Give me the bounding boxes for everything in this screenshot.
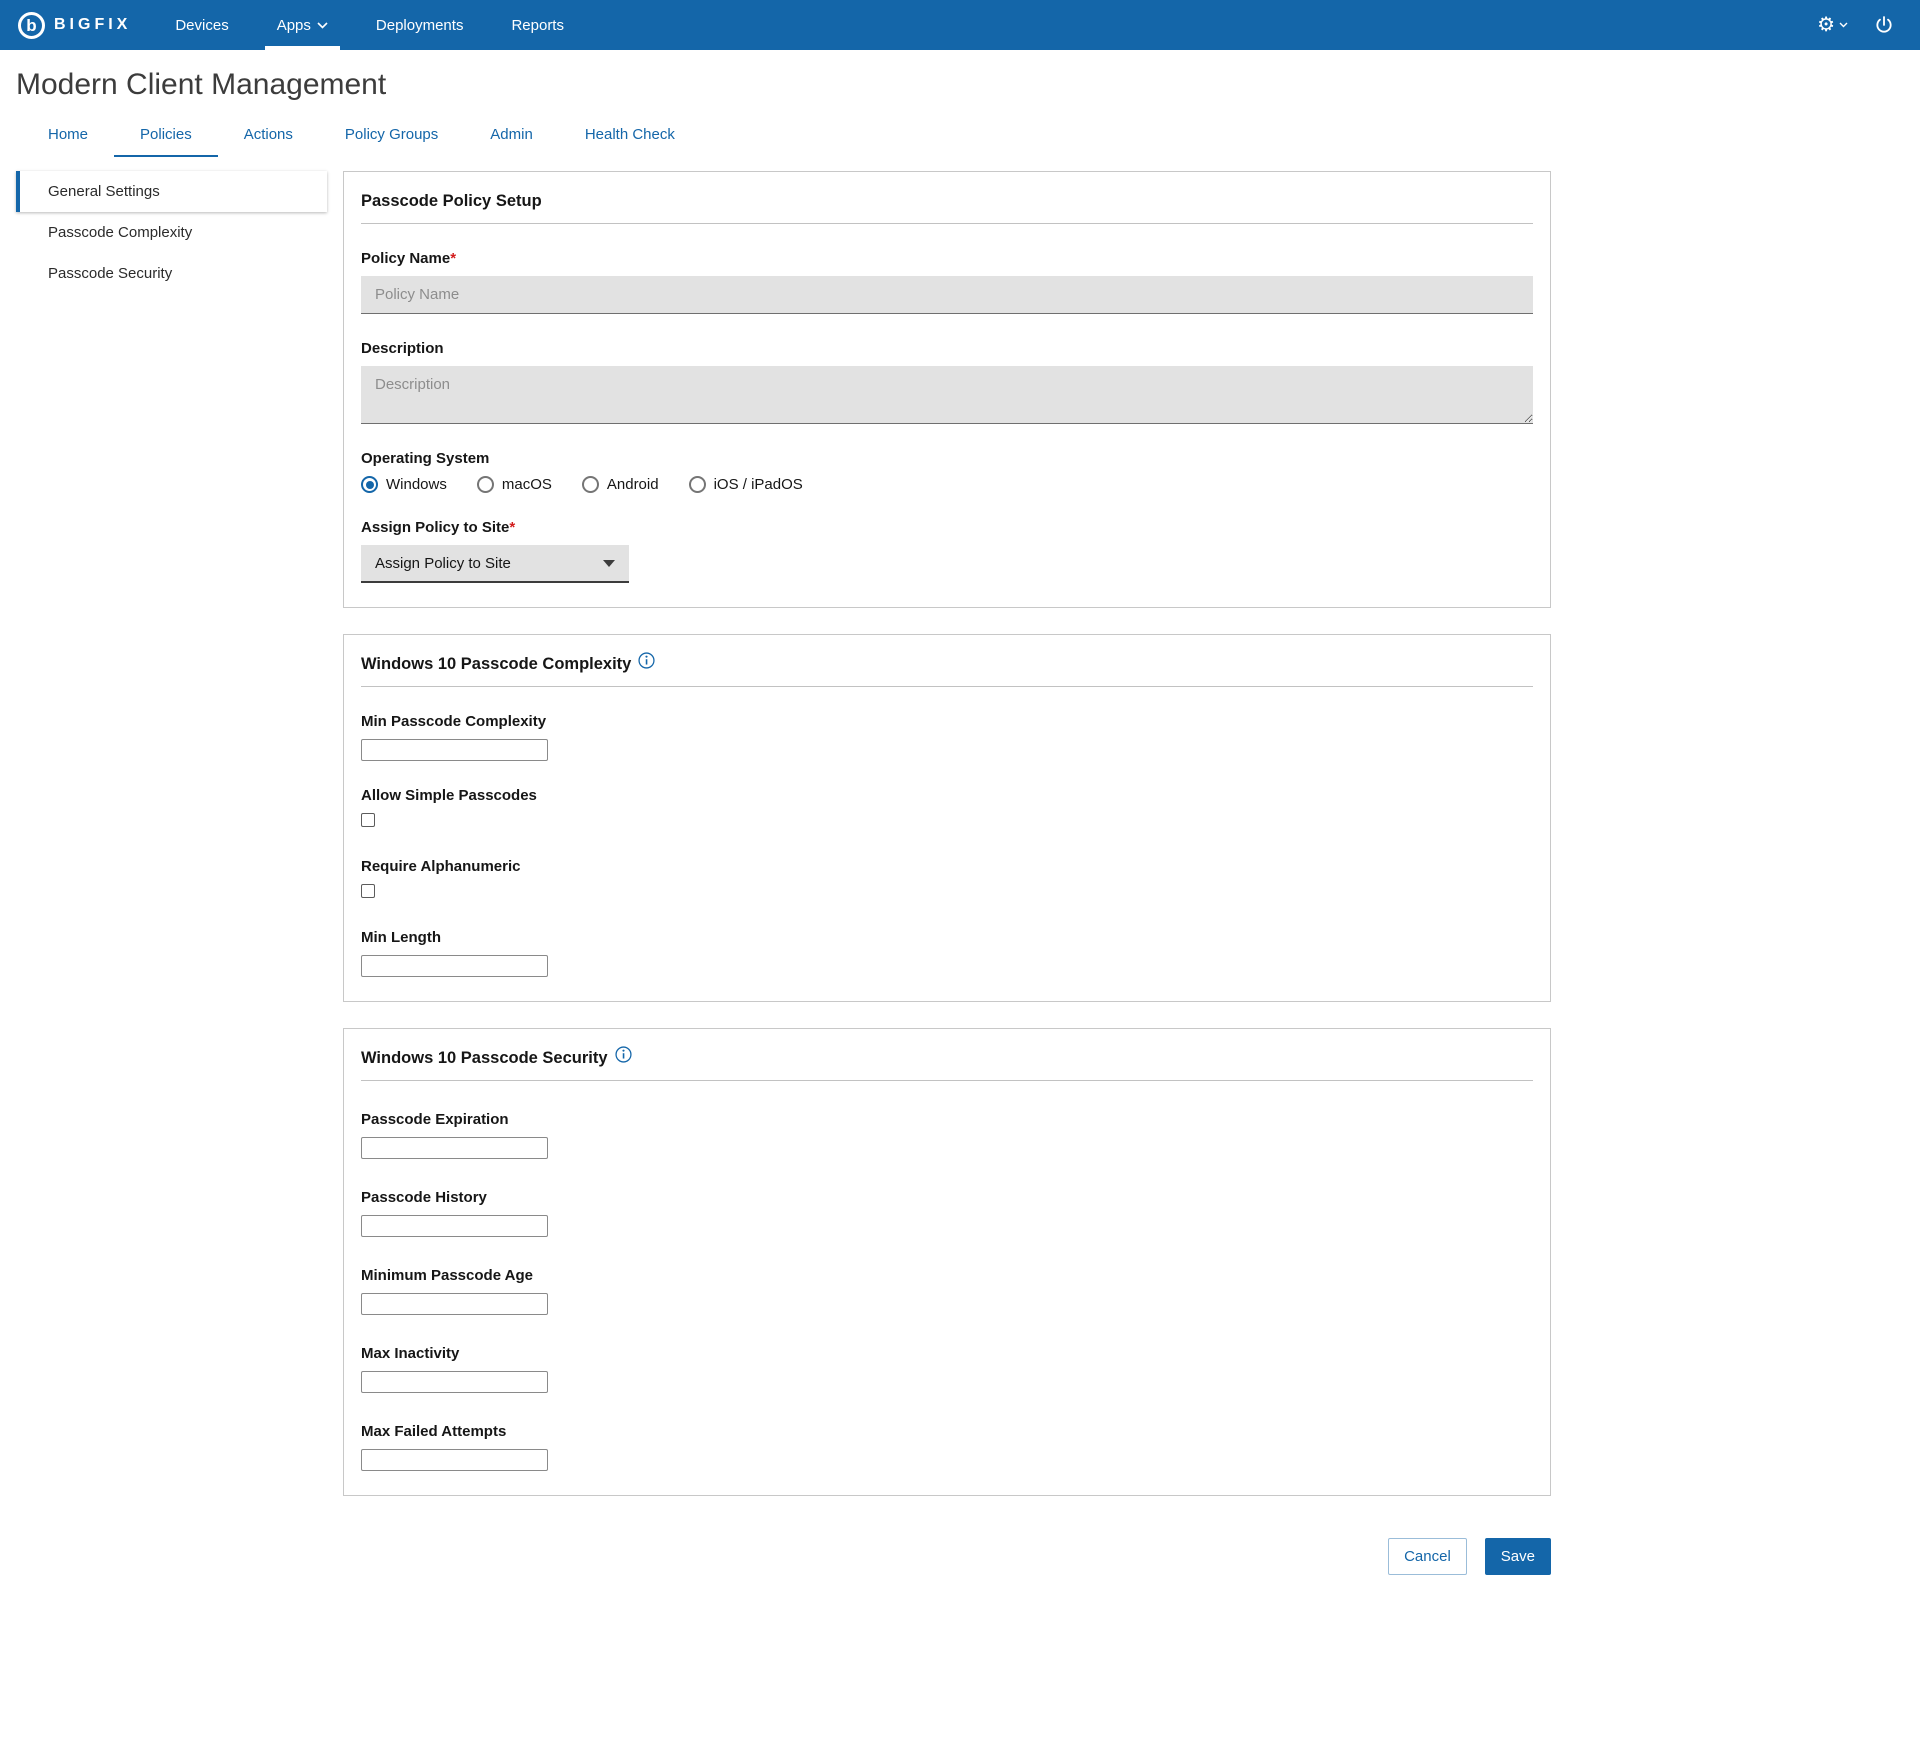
page-title: Modern Client Management (0, 50, 1920, 108)
info-icon[interactable] (615, 1046, 632, 1063)
topbar-right: ⚙ (1817, 0, 1920, 50)
radio-button-icon (582, 476, 599, 493)
section-tabs: Home Policies Actions Policy Groups Admi… (0, 118, 1920, 157)
content-area: General Settings Passcode Complexity Pas… (0, 157, 1920, 1522)
field-allow-simple-passcodes: Allow Simple Passcodes (361, 787, 1533, 832)
nav-item-deployments[interactable]: Deployments (352, 0, 488, 50)
brand-name: BIGFIX (54, 16, 131, 34)
sidebar-item-general-settings[interactable]: General Settings (16, 171, 327, 212)
nav-item-reports[interactable]: Reports (487, 0, 588, 50)
divider (361, 223, 1533, 224)
gear-icon: ⚙ (1817, 15, 1835, 35)
passcode-history-input[interactable] (361, 1215, 548, 1237)
min-length-input[interactable] (361, 955, 548, 977)
panel-passcode-complexity: Windows 10 Passcode Complexity Min Passc… (343, 634, 1551, 1002)
passcode-expiration-input[interactable] (361, 1137, 548, 1159)
radio-macos[interactable]: macOS (477, 476, 552, 493)
sidebar-item-passcode-security[interactable]: Passcode Security (16, 253, 327, 294)
field-require-alphanumeric: Require Alphanumeric (361, 858, 1533, 903)
info-icon[interactable] (638, 652, 655, 669)
radio-android[interactable]: Android (582, 476, 659, 493)
require-alphanumeric-checkbox[interactable] (361, 884, 375, 898)
max-failed-attempts-input[interactable] (361, 1449, 548, 1471)
policy-form: Passcode Policy Setup Policy Name* Descr… (343, 171, 1551, 1522)
required-asterisk: * (450, 250, 456, 267)
assign-policy-to-site-select[interactable]: Assign Policy to Site (361, 545, 629, 583)
policies-sidebar: General Settings Passcode Complexity Pas… (16, 171, 327, 294)
minimum-passcode-age-input[interactable] (361, 1293, 548, 1315)
nav-item-apps[interactable]: Apps (253, 0, 352, 50)
tab-policy-groups[interactable]: Policy Groups (319, 118, 464, 157)
tab-health-check[interactable]: Health Check (559, 118, 701, 157)
field-max-inactivity: Max Inactivity (361, 1345, 1533, 1393)
radio-ios-ipados[interactable]: iOS / iPadOS (689, 476, 803, 493)
allow-simple-passcodes-checkbox[interactable] (361, 813, 375, 827)
required-asterisk: * (509, 519, 515, 536)
bigfix-logo[interactable]: b BIGFIX (0, 0, 151, 50)
field-max-failed-attempts: Max Failed Attempts (361, 1423, 1533, 1471)
logout-button[interactable] (1874, 15, 1894, 35)
policy-name-label: Policy Name* (361, 250, 1533, 267)
field-min-length: Min Length (361, 929, 1533, 977)
description-textarea[interactable] (361, 366, 1533, 424)
field-minimum-passcode-age: Minimum Passcode Age (361, 1267, 1533, 1315)
field-passcode-history: Passcode History (361, 1189, 1533, 1237)
tab-admin[interactable]: Admin (464, 118, 559, 157)
radio-button-icon (361, 476, 378, 493)
radio-button-icon (477, 476, 494, 493)
select-caret-icon (603, 560, 615, 567)
tab-home[interactable]: Home (22, 118, 114, 157)
assign-policy-to-site-label: Assign Policy to Site* (361, 519, 1533, 536)
settings-menu-button[interactable]: ⚙ (1817, 15, 1848, 35)
field-min-passcode-complexity: Min Passcode Complexity (361, 713, 1533, 761)
form-actions: Cancel Save (0, 1522, 1920, 1615)
power-icon (1874, 15, 1894, 35)
panel-passcode-policy-setup: Passcode Policy Setup Policy Name* Descr… (343, 171, 1551, 608)
min-passcode-complexity-input[interactable] (361, 739, 548, 761)
nav-item-devices[interactable]: Devices (151, 0, 252, 50)
panel-passcode-security: Windows 10 Passcode Security Passcode Ex… (343, 1028, 1551, 1496)
radio-windows[interactable]: Windows (361, 476, 447, 493)
panel-title: Windows 10 Passcode Complexity (361, 651, 631, 674)
panel-title: Passcode Policy Setup (361, 188, 542, 211)
max-inactivity-input[interactable] (361, 1371, 548, 1393)
field-passcode-expiration: Passcode Expiration (361, 1111, 1533, 1159)
top-nav: Devices Apps Deployments Reports (151, 0, 588, 50)
bigfix-logo-icon: b (18, 12, 45, 39)
operating-system-radio-group: Windows macOS Android iOS / iPadOS (361, 476, 1533, 493)
divider (361, 1080, 1533, 1081)
chevron-down-icon (317, 22, 328, 29)
radio-button-icon (689, 476, 706, 493)
tab-actions[interactable]: Actions (218, 118, 319, 157)
operating-system-label: Operating System (361, 450, 1533, 467)
panel-title: Windows 10 Passcode Security (361, 1045, 608, 1068)
divider (361, 686, 1533, 687)
top-navigation-bar: b BIGFIX Devices Apps Deployments Report… (0, 0, 1920, 50)
chevron-down-icon (1839, 22, 1848, 28)
save-button[interactable]: Save (1485, 1538, 1551, 1575)
description-label: Description (361, 340, 1533, 357)
tab-policies[interactable]: Policies (114, 118, 218, 157)
cancel-button[interactable]: Cancel (1388, 1538, 1467, 1575)
policy-name-input[interactable] (361, 276, 1533, 314)
sidebar-item-passcode-complexity[interactable]: Passcode Complexity (16, 212, 327, 253)
